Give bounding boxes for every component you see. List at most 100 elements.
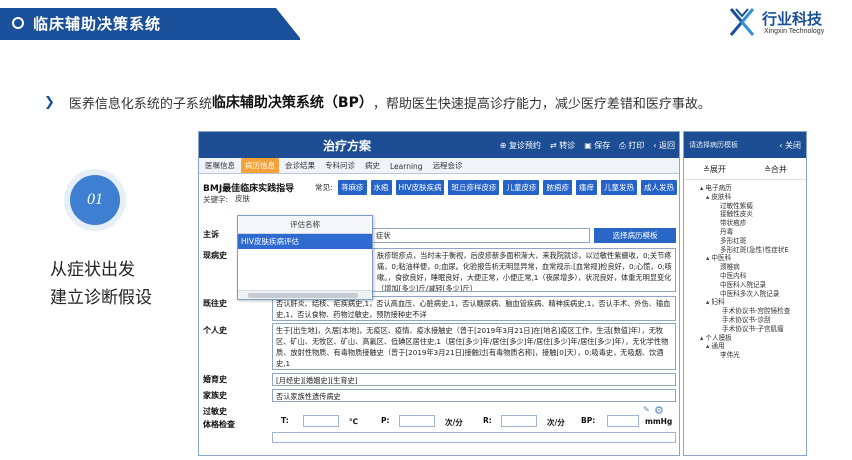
present-illness-label: 现病史 xyxy=(203,251,227,260)
chip-urticaria[interactable]: 荨麻疹 xyxy=(338,180,367,195)
chief-complaint-label: 主诉 xyxy=(203,230,219,239)
tab-consult-result[interactable]: 会诊结果 xyxy=(281,158,319,173)
collapse-all-button[interactable]: ≙合并 xyxy=(764,164,787,175)
intro-prefix: 医养信息化系统的子系统 xyxy=(68,96,212,112)
close-button[interactable]: ‹ 关闭 xyxy=(779,140,801,151)
blood-pressure-input[interactable] xyxy=(607,415,639,427)
intro-bold: 临床辅助决策系统（BP） xyxy=(211,95,373,111)
tree-node[interactable]: 手术协议书-宫腔镜检查 xyxy=(700,307,804,316)
chip-child-fever[interactable]: 儿童发热 xyxy=(600,180,637,195)
slide-title-bar: 临床辅助决策系统 xyxy=(0,8,300,38)
referral-button[interactable]: ⇄ 转诊 xyxy=(550,140,575,151)
tab-orders[interactable]: 医嘱信息 xyxy=(201,158,239,173)
dropdown-header: 评估名称 xyxy=(238,216,372,234)
family-history-label: 家族史 xyxy=(203,391,227,400)
blood-pressure-label: BP: xyxy=(581,416,596,425)
tree-node[interactable]: 李伟光 xyxy=(700,351,804,360)
tab-specialty-inquiry[interactable]: 专科问诊 xyxy=(321,158,359,173)
tree-node[interactable]: 手术协议书-子宫肌瘤 xyxy=(700,325,804,334)
logo-name-en: Xingxin Technology xyxy=(764,28,825,35)
window-title: 治疗方案 xyxy=(323,138,372,153)
tree-node[interactable]: 颈椎病 xyxy=(700,263,804,272)
chip-child-rash[interactable]: 儿童皮疹 xyxy=(503,180,540,195)
window-header: 治疗方案 ⊕ 复诊预约 ⇄ 转诊 ▣ 保存 ⎙ 打印 ‹ 返回 xyxy=(199,132,679,158)
tree-node[interactable]: ▴ 妇科 xyxy=(700,298,804,307)
tree-node[interactable]: 中医内科 xyxy=(700,272,804,281)
record-tabs: 医嘱信息 病历信息 会诊结果 专科问诊 病史 Learning 远程会诊 xyxy=(199,158,679,174)
tab-history[interactable]: 病史 xyxy=(361,158,384,173)
intro-line: ❯ 医养信息化系统的子系统 临床辅助决策系统（BP） ，帮助医生快速提高诊疗能力… xyxy=(44,92,711,112)
scrollbar-thumb[interactable] xyxy=(248,293,358,298)
marriage-history-label: 婚育史 xyxy=(203,375,227,384)
print-button[interactable]: ⎙ 打印 xyxy=(619,140,644,151)
respiration-input[interactable] xyxy=(501,415,537,427)
panel-tools: ≚展开 ≙合并 xyxy=(684,158,806,180)
chip-hiv-skin[interactable]: HIV皮肤疾病 xyxy=(395,180,445,195)
personal-history-label: 个人史 xyxy=(203,326,227,335)
keyword-input[interactable] xyxy=(235,192,251,204)
tree-node[interactable]: 带状疱疹 xyxy=(700,219,804,228)
template-tree: ▴ 电子病历 ▴ 皮肤科 过敏性紫癜 接触性皮炎 带状疱疹 丹毒 多形红斑 多形红斑(急性)性… xyxy=(684,180,806,360)
tree-node[interactable]: ▴ 通用 xyxy=(700,342,804,351)
assessment-dropdown: 评估名称 HIV皮肤疾病评估 xyxy=(237,215,373,300)
treatment-plan-window: 治疗方案 ⊕ 复诊预约 ⇄ 转诊 ▣ 保存 ⎙ 打印 ‹ 返回 医嘱信息 病历信… xyxy=(198,131,680,456)
tree-node[interactable]: ▴ 电子病历 xyxy=(700,184,804,193)
pulse-unit: 次/分 xyxy=(445,418,463,427)
tree-node[interactable]: 手术协议书-诊刮 xyxy=(700,316,804,325)
gear-icon[interactable]: ⚙ xyxy=(654,404,664,417)
panel-header: 请选择病历模板 ‹ 关闭 xyxy=(684,132,806,158)
chip-itch[interactable]: 瘙痒 xyxy=(575,180,597,195)
intro-suffix: ，帮助医生快速提高诊疗能力，减少医疗差错和医疗事故。 xyxy=(372,96,711,112)
blood-pressure-unit: mmHg xyxy=(645,417,673,426)
symptom-chips: 荨麻疹 水疱 HIV皮肤疾病 斑丘疹样皮疹 儿童皮疹 脓疱疹 瘙痒 儿童发热 成… xyxy=(338,180,678,195)
edit-icon[interactable]: ✎ xyxy=(643,405,650,414)
save-button[interactable]: ▣ 保存 xyxy=(584,140,610,151)
expand-all-button[interactable]: ≚展开 xyxy=(703,164,726,175)
respiration-unit: 次/分 xyxy=(547,418,565,427)
keyword-label: 关键字: xyxy=(203,195,229,204)
personal-history-field[interactable]: 生于[出生地]，久居[本地]，无疫区、疫情、疫水接触史（曾于[2019年3月21… xyxy=(272,323,676,370)
past-history-label: 既往史 xyxy=(203,299,227,308)
logo-mark-icon xyxy=(729,8,755,36)
allergy-history-label: 过敏史 xyxy=(203,407,227,416)
tab-learning[interactable]: Learning xyxy=(386,160,427,173)
step-line-1: 从症状出发 xyxy=(50,260,135,280)
family-history-field[interactable]: 否认家族性遗传病史 xyxy=(272,389,676,402)
chip-blister[interactable]: 水疱 xyxy=(370,180,392,195)
pulse-label: P: xyxy=(381,416,390,425)
chip-adult-fever[interactable]: 成人发热 xyxy=(640,180,677,195)
tree-node[interactable]: 丹毒 xyxy=(700,228,804,237)
common-label: 常见: xyxy=(315,183,333,192)
physical-exam-label: 体格检查 xyxy=(203,420,235,429)
template-panel: 请选择病历模板 ‹ 关闭 ≚展开 ≙合并 ▴ 电子病历 ▴ 皮肤科 过敏性紫癜 接触性… xyxy=(683,131,807,456)
temperature-label: T: xyxy=(281,416,289,425)
dropdown-option[interactable]: HIV皮肤疾病评估 xyxy=(238,234,372,249)
tree-node[interactable]: 多形红斑 xyxy=(700,237,804,246)
tree-node[interactable]: 中医科入院记录 xyxy=(700,281,804,290)
temperature-unit: ℃ xyxy=(349,417,359,426)
slide-title: 临床辅助决策系统 xyxy=(33,14,162,33)
dropdown-scrollbar[interactable] xyxy=(238,290,372,299)
chip-maculopapular[interactable]: 斑丘疹样皮疹 xyxy=(448,180,500,195)
chip-pustule[interactable]: 脓疱疹 xyxy=(543,180,572,195)
tree-node[interactable]: ▴ 中医科 xyxy=(700,254,804,263)
select-template-button[interactable]: 选择病历模板 xyxy=(594,228,676,243)
company-logo: 行业科技 Xingxin Technology xyxy=(728,6,838,40)
double-chevron-right-icon: ❯ xyxy=(44,94,55,110)
respiration-label: R: xyxy=(483,416,492,425)
tree-node[interactable]: ▴ 皮肤科 xyxy=(700,193,804,202)
marriage-history-field[interactable]: [月经史][婚姻史][生育史] xyxy=(272,373,676,386)
physical-exam-field[interactable] xyxy=(272,432,676,443)
circle-icon xyxy=(12,17,24,29)
temperature-input[interactable] xyxy=(303,415,339,427)
tab-remote-consult[interactable]: 远程会诊 xyxy=(429,158,467,173)
step-line-2: 建立诊断假设 xyxy=(50,288,152,308)
tree-node[interactable]: 接触性皮炎 xyxy=(700,210,804,219)
back-button[interactable]: ‹ 返回 xyxy=(653,140,675,151)
tab-medical-record[interactable]: 病历信息 xyxy=(241,158,279,173)
step-badge: 01 xyxy=(70,175,120,225)
follow-up-button[interactable]: ⊕ 复诊预约 xyxy=(500,140,541,151)
panel-title: 请选择病历模板 xyxy=(689,141,738,149)
pulse-input[interactable] xyxy=(399,415,435,427)
header-actions: ⊕ 复诊预约 ⇄ 转诊 ▣ 保存 ⎙ 打印 ‹ 返回 xyxy=(500,140,675,151)
